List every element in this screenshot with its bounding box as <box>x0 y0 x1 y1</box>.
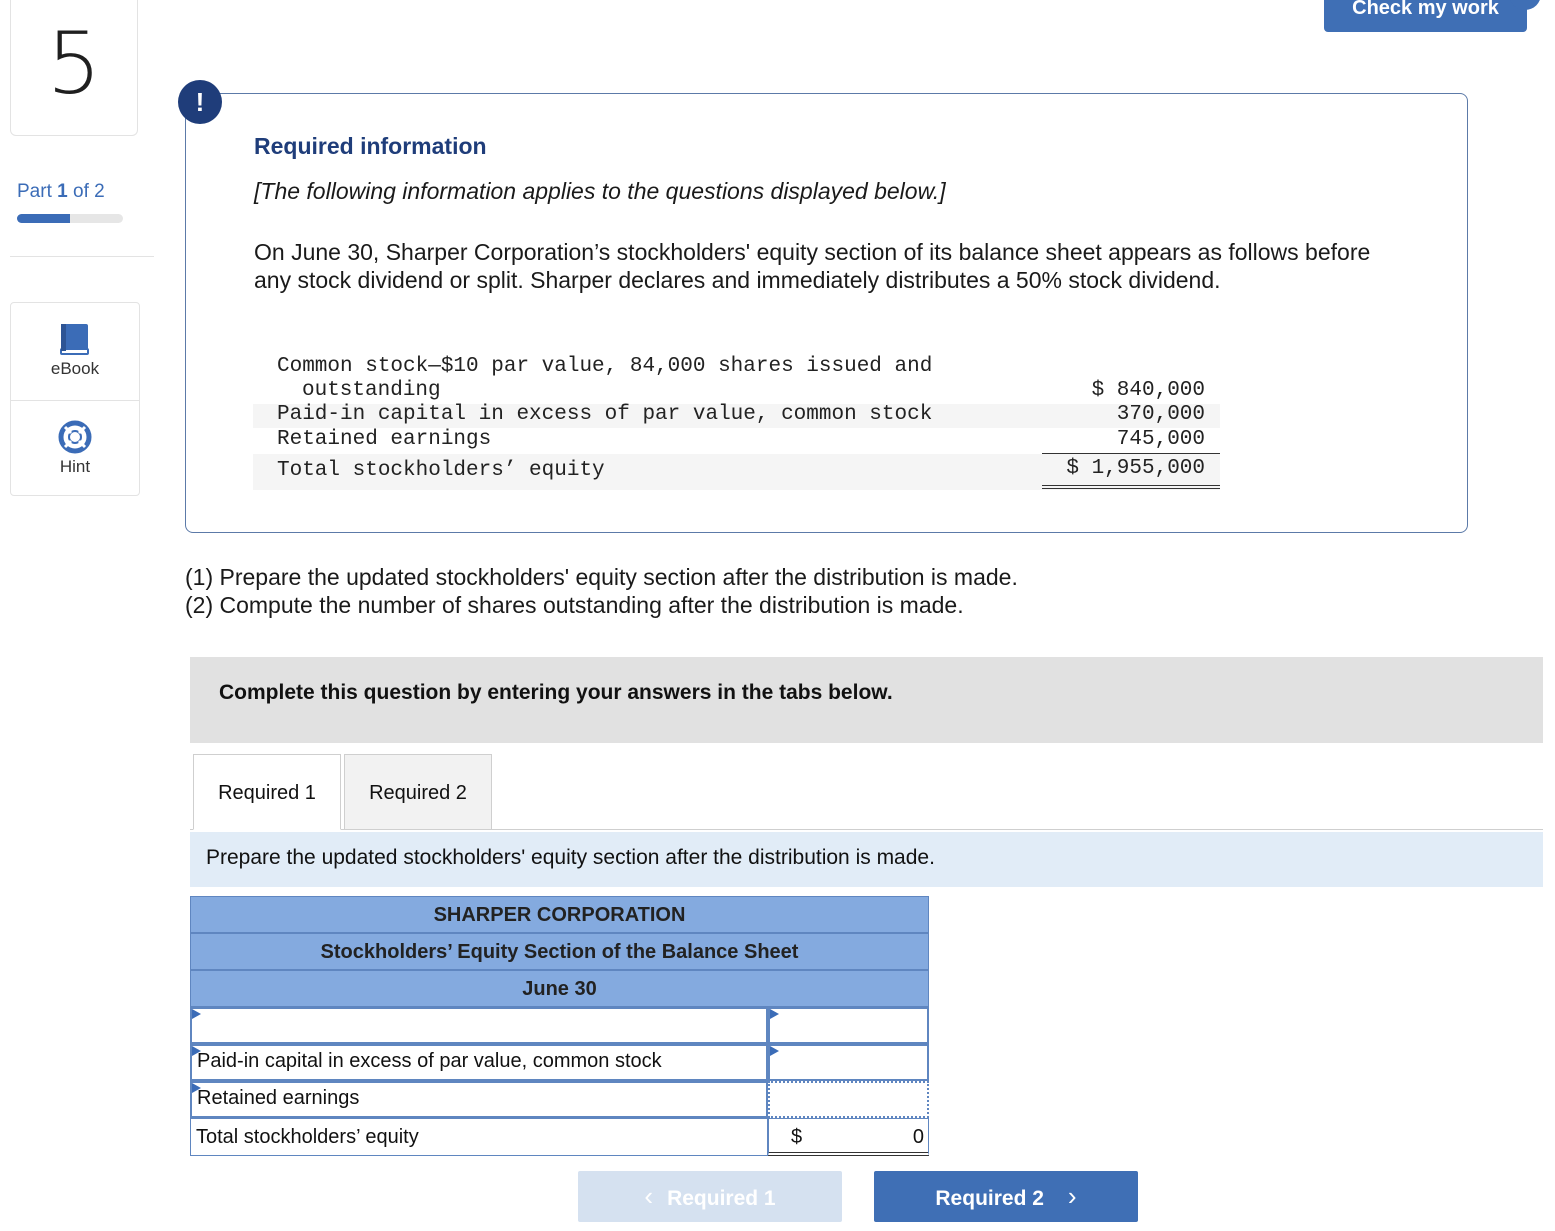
given-total-amount: $ 1,955,000 <box>1066 457 1205 480</box>
part-indicator: Part 1 of 2 <box>17 181 105 203</box>
part-prefix: Part <box>17 181 52 202</box>
lifebuoy-icon <box>58 420 92 454</box>
book-icon <box>60 324 89 355</box>
total-label: Total stockholders’ equity <box>190 1118 768 1156</box>
part-progress-fill <box>17 214 70 223</box>
hint-tool[interactable]: Hint <box>11 400 139 497</box>
given-retained-earnings-amount: 745,000 <box>1116 428 1205 451</box>
total-amount-cell: $ 0 <box>768 1118 929 1156</box>
given-common-stock-label: Common stock—$10 par value, 84,000 share… <box>277 355 933 378</box>
given-common-stock-amount: $ 840,000 <box>1091 379 1205 402</box>
given-total-label: Total stockholders’ equity <box>277 459 605 482</box>
tab-required-1[interactable]: Required 1 <box>193 754 341 830</box>
given-retained-earnings-label: Retained earnings <box>277 428 492 451</box>
check-my-work-button[interactable]: Check my work <box>1324 0 1527 32</box>
alert-icon: ! <box>178 80 222 124</box>
row3-amount-input[interactable] <box>768 1081 929 1118</box>
part-current: 1 <box>57 181 68 202</box>
tab-required-2[interactable]: Required 2 <box>344 754 492 830</box>
problem-intro: On June 30, Sharper Corporation’s stockh… <box>254 239 1371 293</box>
given-total-double-rule <box>1042 485 1220 489</box>
prev-button-label: Required 1 <box>667 1187 776 1210</box>
tools-panel: eBook Hint <box>10 302 140 496</box>
hint-label: Hint <box>59 457 91 476</box>
row2-label-input[interactable]: Paid-in capital in excess of par value, … <box>190 1044 768 1081</box>
left-divider <box>10 256 154 257</box>
required-info-title: Required information <box>254 133 487 159</box>
dropdown-marker-icon <box>192 1046 201 1056</box>
question-number: 5 <box>46 14 102 114</box>
part-of: of 2 <box>73 181 105 202</box>
given-paid-in-capital-label: Paid-in capital in excess of par value, … <box>277 403 933 426</box>
required-info-subtitle: [The following information applies to th… <box>254 178 946 204</box>
prev-required-button[interactable]: ‹ Required 1 <box>578 1171 842 1222</box>
dropdown-marker-icon <box>192 1009 201 1019</box>
row1-label-input[interactable] <box>190 1007 768 1044</box>
row2-amount-input[interactable] <box>768 1044 929 1081</box>
chevron-left-icon: ‹ <box>644 1181 654 1211</box>
worksheet-title: Stockholders’ Equity Section of the Bala… <box>190 933 929 970</box>
given-common-stock-label-cont: outstanding <box>302 379 441 402</box>
task-2: (2) Compute the number of shares outstan… <box>185 592 964 618</box>
dropdown-marker-icon <box>770 1046 779 1056</box>
total-amount: 0 <box>912 1126 924 1148</box>
row1-amount-input[interactable] <box>768 1007 929 1044</box>
next-button-label: Required 2 <box>935 1187 1044 1210</box>
part-progress-bar <box>17 214 123 223</box>
task-1: (1) Prepare the updated stockholders' eq… <box>185 564 1018 590</box>
ebook-tool[interactable]: eBook <box>11 303 139 400</box>
tab-instruction-text: Prepare the updated stockholders' equity… <box>206 846 935 869</box>
chevron-right-icon: › <box>1067 1181 1077 1211</box>
worksheet-date: June 30 <box>190 970 929 1007</box>
dropdown-marker-icon <box>192 1083 201 1093</box>
given-subtotal-rule <box>1042 453 1220 454</box>
complete-instruction-text: Complete this question by entering your … <box>219 681 893 704</box>
row3-label-input[interactable]: Retained earnings <box>190 1081 768 1118</box>
next-required-button[interactable]: Required 2 › <box>874 1171 1138 1222</box>
task-list: (1) Prepare the updated stockholders' eq… <box>185 563 1018 619</box>
given-paid-in-capital-amount: 370,000 <box>1116 403 1205 426</box>
equity-worksheet: SHARPER CORPORATION Stockholders’ Equity… <box>190 896 929 1156</box>
dropdown-marker-icon <box>770 1009 779 1019</box>
ebook-label: eBook <box>50 359 100 378</box>
worksheet-company: SHARPER CORPORATION <box>190 896 929 933</box>
total-currency: $ <box>791 1126 803 1148</box>
